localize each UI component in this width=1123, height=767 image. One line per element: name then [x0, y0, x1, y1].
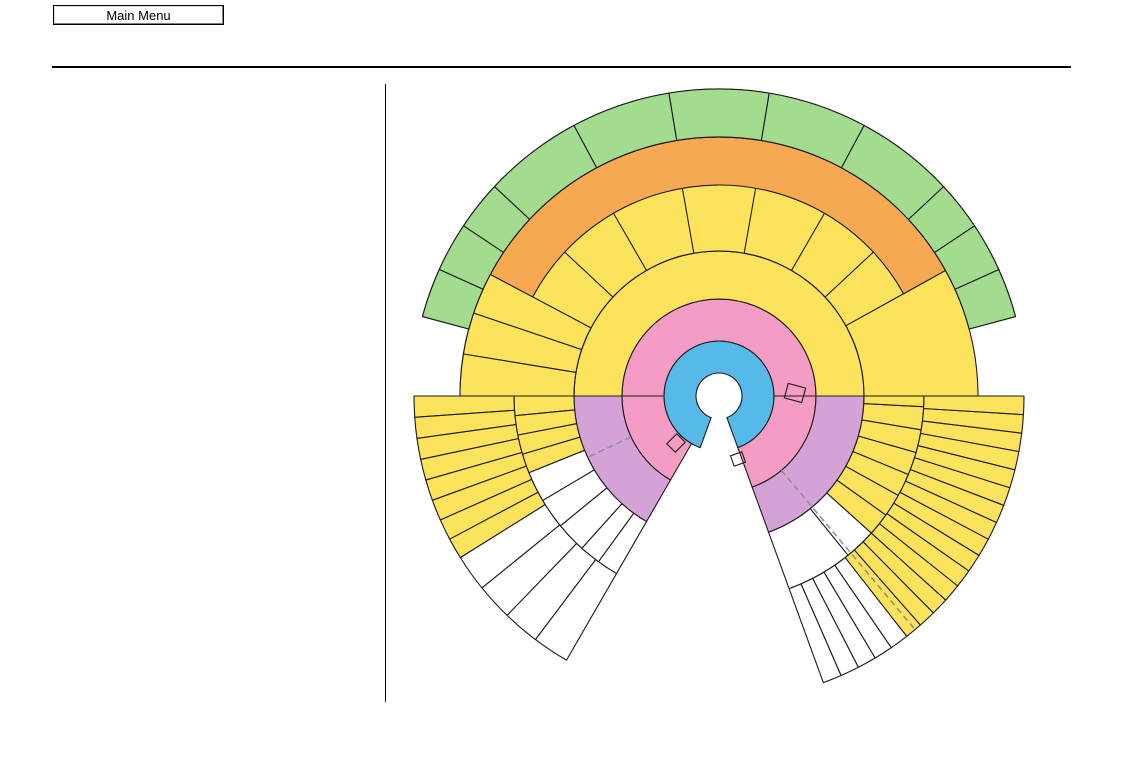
radial-sector-diagram: [400, 80, 1040, 710]
green-outer-segment: [668, 88, 770, 142]
column-divider-line: [385, 84, 386, 702]
header-divider-line: [52, 66, 1071, 68]
main-menu-button[interactable]: Main Menu: [53, 5, 224, 25]
